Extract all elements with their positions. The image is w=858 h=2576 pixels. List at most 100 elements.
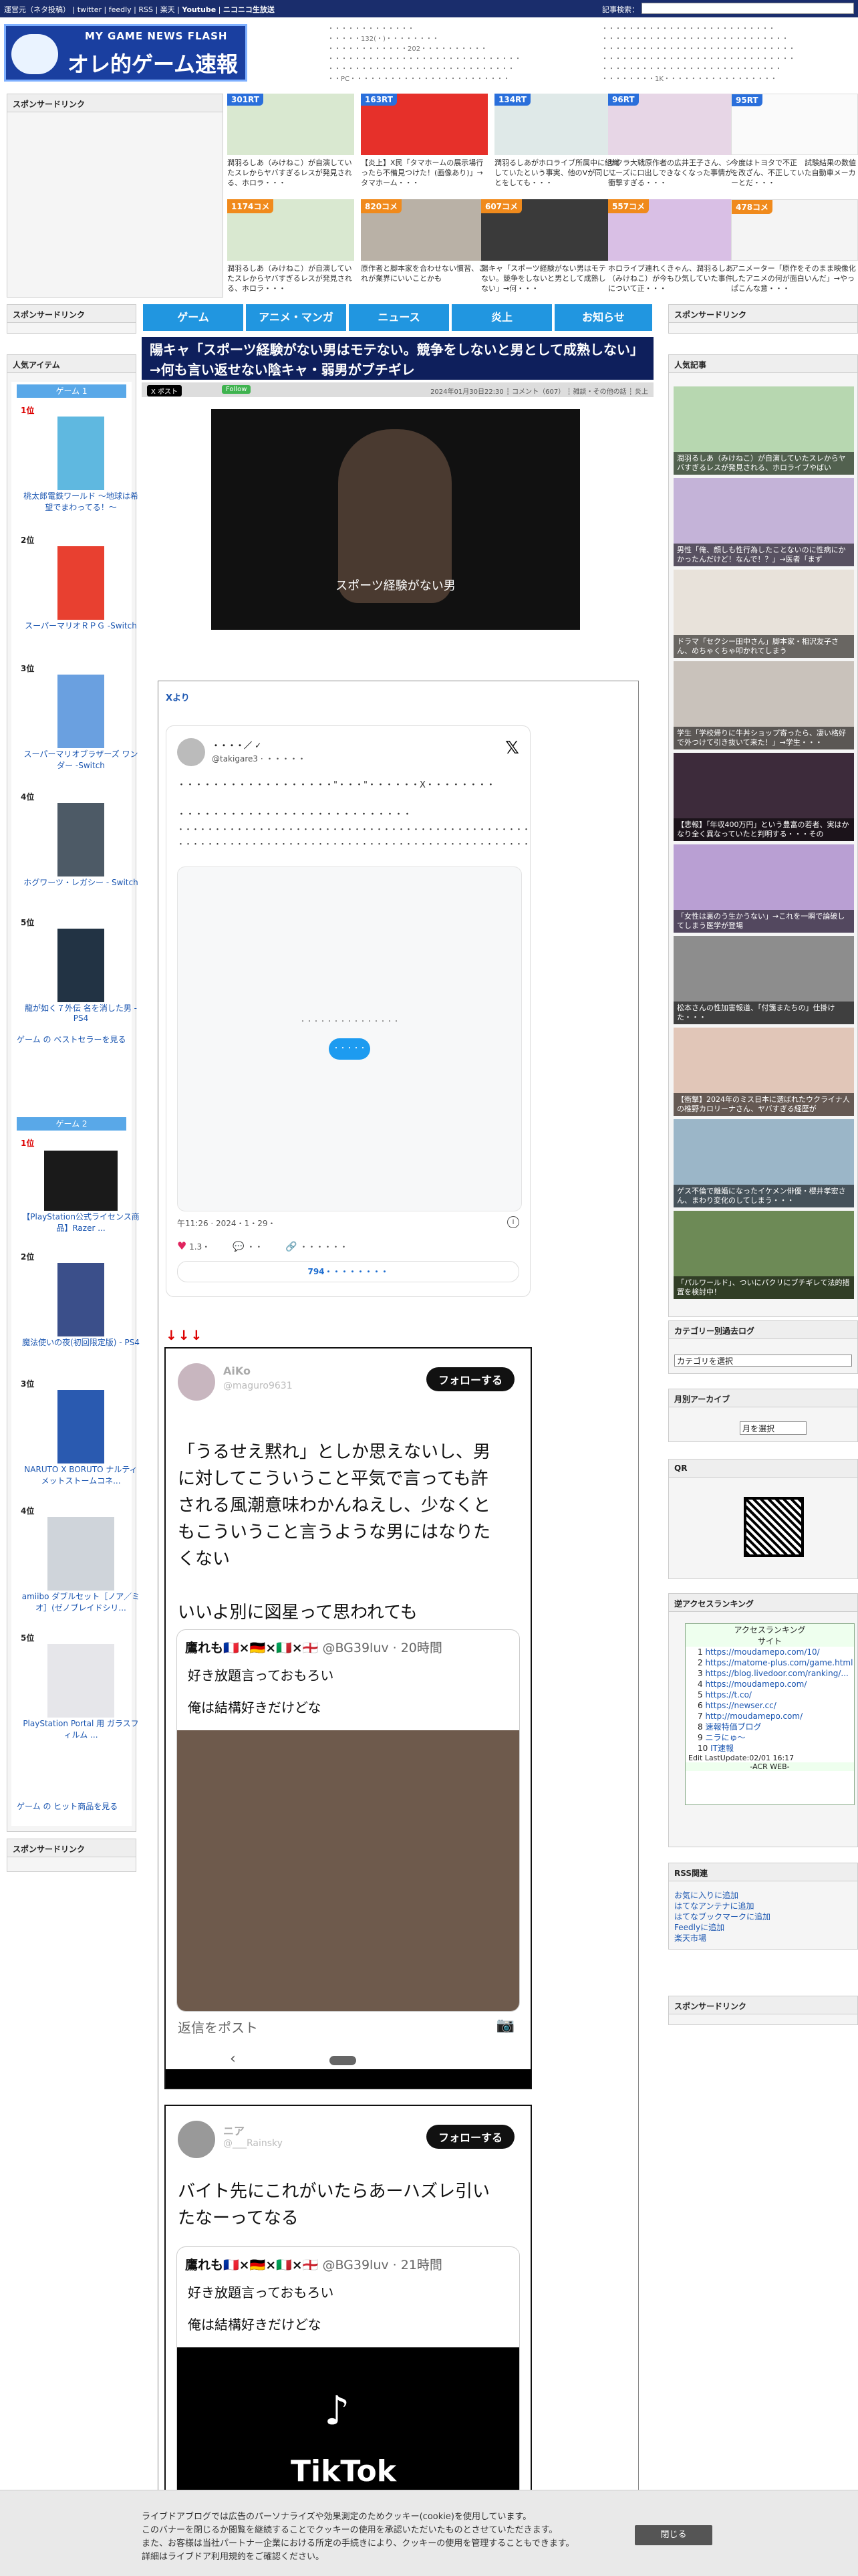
top-link-youtube[interactable]: Youtube — [182, 5, 216, 14]
ranking-link[interactable]: https://t.co/ — [705, 1690, 752, 1700]
tweet-author-handle[interactable]: @takigare3 · ・・・・・ — [212, 753, 305, 764]
comment-thumb[interactable]: 820コメ 原作者と脚本家を合わせない慣習、これが業界にいいことかも — [361, 199, 488, 306]
info-icon[interactable]: i — [507, 1216, 519, 1228]
ranked-product[interactable]: 【PlayStation公式ライセンス商品】Razer ... — [21, 1151, 141, 1234]
ranked-product[interactable]: 桃太郎電鉄ワールド ～地球は希望でまわってる！～ — [21, 417, 141, 513]
header-link[interactable]: ・・・・・・・・1K・・・・・・・・・・・・・・・・・ — [601, 74, 802, 84]
header-link[interactable]: ・・・・・・・・・・・・・・・・・・・・・・・・・・・・ — [601, 34, 802, 44]
tweet-avatar[interactable] — [177, 738, 205, 766]
popular-article[interactable]: 【悲報】「年収400万円」という豊富の若者、実はかなり全く異なっていたと判明する… — [674, 753, 854, 841]
tweet-author-name[interactable]: ・・・・／ ✓ — [212, 739, 261, 751]
top-link-twitter[interactable]: twitter — [78, 5, 102, 14]
nav-anime-manga[interactable]: アニメ・マンガ — [246, 304, 346, 331]
ranking-link[interactable]: IT速報 — [710, 1744, 734, 1753]
trend-thumb[interactable]: 96RT サクラ大戦原作者の広井王子さん、シリーズに口出しできなくなった事情が衝… — [608, 94, 735, 201]
rss-link[interactable]: お気に入りに追加 — [674, 1891, 738, 1900]
comment-thumb[interactable]: 478コメ アニメーター「原作をそのまま映像化したアニメの何が面白いんだ」→やっ… — [731, 199, 858, 306]
product-link[interactable]: PlayStation Portal 用 ガラスフィルム ... — [23, 1719, 138, 1740]
product-link[interactable]: スーパーマリオブラザーズ ワンダー -Switch — [23, 749, 138, 770]
nav-notice[interactable]: お知らせ — [555, 304, 652, 331]
article-video[interactable]: スポーツ経験がない男 — [211, 409, 580, 630]
ranking-entry[interactable]: 10 IT速報 — [698, 1743, 854, 1754]
ranked-product[interactable]: amiibo ダブルセット［ノア／ミオ］(ゼノブレイドシリ... — [21, 1517, 141, 1613]
top-link-rakuten[interactable]: 楽天 — [160, 5, 175, 14]
top-link-niconico[interactable]: ニコニコ生放送 — [223, 5, 275, 14]
popular-article[interactable]: 学生「学校帰りに牛丼ショップ寄ったら、凄い格好で外つけて引き抜いて来た！」→学生… — [674, 661, 854, 749]
product-link[interactable]: 龍が如く７外伝 名を消した男 - PS4 — [25, 1004, 137, 1023]
ranking-entry[interactable]: 8 速報特価ブログ — [698, 1722, 854, 1732]
media-load-button[interactable]: ・・・・・ — [329, 1038, 370, 1060]
header-link[interactable]: ・・・・・・・・・・・・・・・・・・・・・・・・・・・・・ — [601, 44, 802, 54]
product-link[interactable]: スーパーマリオＲＰＧ -Switch — [25, 621, 137, 630]
product-link[interactable]: 【PlayStation公式ライセンス商品】Razer ... — [22, 1212, 139, 1233]
x-logo-icon[interactable]: 𝕏 — [505, 738, 519, 758]
popular-article[interactable]: 潤羽るしあ（みけねこ）が自演していたスレからヤバすぎるレスが発見される、ホロライ… — [674, 386, 854, 475]
header-link[interactable]: ・・・・・・・・・・・・・・・・・・・・・・・・・・・・・ — [601, 54, 802, 64]
header-link[interactable]: ・・・・・・・・・・・・・・・・・・・・・・・・・・・ — [601, 64, 802, 74]
ranked-product[interactable]: NARUTO X BORUTO ナルティメットストームコネ... — [21, 1390, 141, 1486]
link-icon[interactable]: 🔗 — [285, 1242, 297, 1252]
popular-article[interactable]: 男性「俺、顔しも性行為したことないのに性病にかかったんだけど！なんで！？」→医者… — [674, 478, 854, 566]
ranked-product[interactable]: スーパーマリオＲＰＧ -Switch — [21, 546, 141, 631]
trend-thumb[interactable]: 301RT 潤羽るしあ（みけねこ）が自演していたスレからヤバすぎるレスが発見され… — [227, 94, 354, 201]
ranking-link[interactable]: https://moudamepo.com/ — [705, 1679, 807, 1689]
category-select[interactable]: カテゴリを選択 — [674, 1355, 852, 1367]
product-link[interactable]: amiibo ダブルセット［ノア／ミオ］(ゼノブレイドシリ... — [22, 1592, 140, 1613]
ranking-link[interactable]: https://newser.cc/ — [705, 1701, 776, 1710]
header-link[interactable]: ・・・・・・・・・・・・・・・・・・・・・・・・・・・・ — [327, 64, 528, 74]
top-link-rss[interactable]: RSS — [138, 5, 153, 14]
header-link[interactable]: ・・・・・・・・・・・・・ — [327, 24, 528, 34]
rss-link[interactable]: Feedlyに追加 — [674, 1923, 724, 1932]
header-link[interactable]: ・・・・・・・・・・・・・・・・・・・・・・・・・・・・・ — [327, 54, 528, 64]
ranked-product[interactable]: PlayStation Portal 用 ガラスフィルム ... — [21, 1644, 141, 1740]
read-replies-button[interactable]: 794・・・・・・・・ — [177, 1261, 519, 1282]
x-post-button[interactable]: X ポスト — [147, 385, 182, 396]
ranked-product[interactable]: スーパーマリオブラザーズ ワンダー -Switch — [21, 675, 141, 771]
ranking-link[interactable]: https://matome-plus.com/game.html — [705, 1658, 853, 1667]
ranked-product[interactable]: ホグワーツ・レガシー - Switch — [21, 803, 141, 888]
tweet-media-placeholder[interactable]: ・・・・・・・・・・・・・・・ ・・・・・ — [177, 866, 522, 1211]
ranking-acr[interactable]: -ACR WEB- — [686, 1762, 854, 1771]
product-link[interactable]: ホグワーツ・レガシー - Switch — [23, 878, 138, 887]
top-link-owner[interactable]: 運営元（ネタ投稿） — [4, 5, 70, 14]
ranked-product[interactable]: 魔法使いの夜(初回限定版) - PS4 — [21, 1263, 141, 1348]
ranking-link[interactable]: 速報特価ブログ — [705, 1722, 761, 1732]
ranking-entry[interactable]: 4 https://moudamepo.com/ — [698, 1679, 854, 1689]
ranked-product[interactable]: 龍が如く７外伝 名を消した男 - PS4 — [21, 929, 141, 1023]
trend-thumb[interactable]: 134RT 潤羽るしあがホロライブ所属中に組織していたという事実、他のVが同じこ… — [494, 94, 621, 201]
rss-link[interactable]: 楽天市場 — [674, 1934, 706, 1943]
popular-article[interactable]: ゲス不倫で離婚になったイケメン俳優・櫻井孝宏さん、まわり変化のしてしまう・・・ — [674, 1119, 854, 1207]
product-link[interactable]: 桃太郎電鉄ワールド ～地球は希望でまわってる！～ — [23, 491, 138, 512]
popular-article[interactable]: 松本さんの性加害報道、「付箋またちの」仕掛けた・・・ — [674, 936, 854, 1024]
bestseller-link[interactable]: ゲーム の ベストセラーを見る — [17, 1034, 130, 1045]
game-tab-2[interactable]: ゲーム 2 — [17, 1117, 126, 1131]
tweet-timestamp[interactable]: 午11:26 · 2024・1・29・ — [177, 1217, 275, 1229]
comment-thumb[interactable]: 607コメ 陽キャ「スポーツ経験がない男はモテない。競争をしないと男として成熟し… — [481, 199, 608, 306]
hit-products-link[interactable]: ゲーム の ヒット商品を見る — [17, 1800, 130, 1812]
game-tab-1[interactable]: ゲーム 1 — [17, 384, 126, 398]
reply-icon[interactable]: 💬 — [233, 1242, 244, 1252]
ranking-entry[interactable]: 5 https://t.co/ — [698, 1689, 854, 1700]
trend-thumb[interactable]: 163RT 【炎上】X民「タマホームの展示場行ったら不備見つけた！(画像あり)」… — [361, 94, 488, 201]
popular-article[interactable]: 「パルワールド」、ついにパクリにブチギレて法的措置を検討中！ — [674, 1211, 854, 1299]
popular-article[interactable]: 「女性は裏のう生かうない」→これを一瞬で論破してしまう医学が登場 — [674, 844, 854, 933]
ranking-entry[interactable]: 1 https://moudamepo.com/10/ — [698, 1647, 854, 1657]
ranking-link[interactable]: http://moudamepo.com/ — [705, 1712, 803, 1721]
comment-thumb[interactable]: 557コメ ホロライブ連れくきゃん、潤羽るしあ（みけねこ）が今もひ気していた事件… — [608, 199, 735, 306]
product-link[interactable]: NARUTO X BORUTO ナルティメットストームコネ... — [24, 1465, 137, 1486]
ranking-entry[interactable]: 3 https://blog.livedoor.com/ranking/... — [698, 1668, 854, 1679]
header-link[interactable]: ・・PC・・・・・・・・・・・・・・・・・・・・・・・・ — [327, 74, 528, 84]
site-logo[interactable]: MY GAME NEWS FLASH オレ的ゲーム速報@JIN — [4, 24, 247, 104]
qr-code[interactable] — [744, 1497, 804, 1557]
ranking-link[interactable]: ニラにゅ～ — [705, 1733, 745, 1742]
article-title[interactable]: 陽キャ「スポーツ経験がない男はモテない。競争をしないと男として成熟しない」→何も… — [142, 337, 654, 380]
cookie-close-button[interactable]: 閉じる — [635, 2525, 712, 2545]
nav-news[interactable]: ニュース — [349, 304, 449, 331]
ranking-entry[interactable]: 2 https://matome-plus.com/game.html — [698, 1657, 854, 1668]
heart-icon[interactable]: ♥ — [177, 1240, 186, 1252]
nav-game[interactable]: ゲーム — [143, 304, 243, 331]
ranking-entry[interactable]: 7 http://moudamepo.com/ — [698, 1711, 854, 1722]
search-input[interactable] — [641, 3, 854, 14]
header-link[interactable]: ・・・・・132(・)・・・・・・・・ — [327, 34, 528, 44]
rss-link[interactable]: はてなブックマークに追加 — [674, 1912, 770, 1921]
